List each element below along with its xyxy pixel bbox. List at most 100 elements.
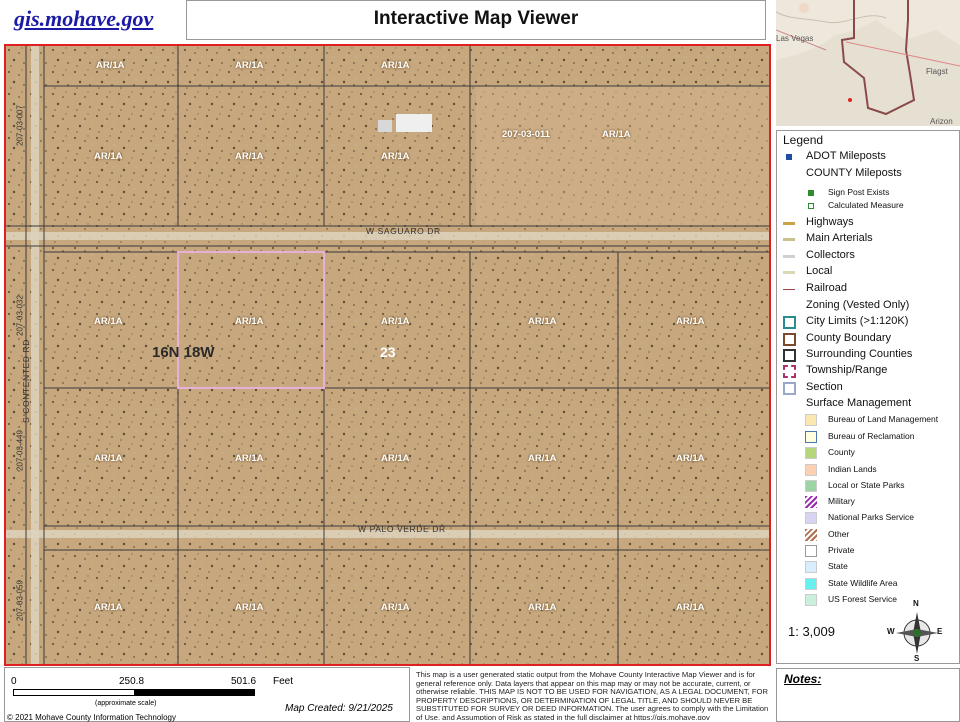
notes-title: Notes: (784, 672, 822, 686)
legend-item: City Limits (>1:120K) (777, 314, 959, 330)
legend-swatch (783, 316, 796, 329)
scale-tick-label: 250.8 (119, 676, 145, 687)
dot-in-square-icon (808, 203, 814, 209)
legend-item: Calculated Measure (777, 198, 959, 214)
zoning-label: AR/1A (235, 453, 264, 464)
legend-item-label: Local (806, 265, 833, 277)
legend-item-label: County (828, 447, 855, 457)
site-link[interactable]: gis.mohave.gov (14, 6, 153, 32)
legend-item: County (777, 445, 959, 461)
legend-item: State Wildlife Area (777, 576, 959, 592)
zoning-label: AR/1A (676, 453, 705, 464)
legend-item-label: Zoning (Vested Only) (806, 299, 910, 311)
legend-item: Other (777, 527, 959, 543)
legend-item-label: County Boundary (806, 332, 891, 344)
compass-west: W (887, 627, 895, 636)
zoning-label: AR/1A (235, 151, 264, 162)
legend-item: Local or State Parks (777, 478, 959, 494)
legend-item-label: Township/Range (806, 364, 888, 376)
legend-swatch (805, 529, 817, 541)
legend-item: Surface Management (777, 396, 959, 412)
notes-panel: Notes: (776, 668, 960, 722)
legend-item: Military (777, 494, 959, 510)
header-left: gis.mohave.gov (0, 0, 182, 40)
zoning-label: AR/1A (94, 453, 123, 464)
legend-item-label: State Wildlife Area (828, 578, 898, 588)
legend-item: Collectors (777, 248, 959, 264)
zoning-label: AR/1A (676, 316, 705, 327)
legend-item-label: Military (828, 496, 855, 506)
zoning-label: AR/1A (94, 151, 123, 162)
legend-swatch (805, 464, 817, 476)
legend-item: Railroad (777, 281, 959, 297)
legend-swatch (805, 496, 817, 508)
legend-item-label: Surrounding Counties (806, 348, 913, 360)
street-label-contented: S CONTENTED RD (20, 339, 31, 423)
legend-item-label: Calculated Measure (828, 200, 904, 210)
legend-item: County Boundary (777, 331, 959, 347)
legend-item: Indian Lands (777, 462, 959, 478)
legend-item: Zoning (Vested Only) (777, 298, 959, 314)
inset-place-label: Flagst (926, 67, 948, 76)
legend-item: Private (777, 543, 959, 559)
legend-item-label: COUNTY Mileposts (806, 167, 902, 179)
legend-item-label: Section (806, 381, 843, 393)
legend-item: ADOT Mileposts (777, 149, 959, 165)
legend-item: Highways (777, 215, 959, 231)
legend-item-label: Surface Management (806, 397, 912, 409)
legend-swatch (805, 447, 817, 459)
parcel-id-label: 207-03-011 (502, 129, 551, 140)
legend-item: COUNTY Mileposts (777, 166, 959, 182)
zoning-label: AR/1A (381, 316, 410, 327)
title-box: Interactive Map Viewer (186, 0, 766, 40)
inset-map[interactable]: Las Vegas Flagst Arizon (776, 0, 960, 126)
legend-swatch (783, 271, 795, 274)
zoning-label: AR/1A (676, 602, 705, 613)
legend-item: Township/Range (777, 363, 959, 379)
zoning-label: AR/1A (96, 60, 125, 71)
legend-swatch (783, 255, 795, 258)
legend-panel: Legend ADOT Mileposts COUNTY Mileposts Sig… (776, 130, 960, 664)
zoning-label: AR/1A (235, 60, 264, 71)
section-label: 23 (380, 344, 396, 360)
legend-item-label: Railroad (806, 282, 847, 294)
compass-south: S (914, 654, 920, 663)
scale-tick-label: 501.6 (231, 676, 257, 687)
street-label-palo-verde: W PALO VERDE DR (358, 524, 446, 534)
compass-north: N (913, 599, 919, 608)
township-range-label: 16N 18W (152, 344, 215, 361)
page-title: Interactive Map Viewer (373, 8, 579, 29)
legend-item-label: ADOT Mileposts (806, 150, 886, 162)
legend-item: Main Arterials (777, 231, 959, 247)
square-marker-icon (808, 190, 814, 196)
legend-item: National Parks Service (777, 510, 959, 526)
inset-map-canvas (776, 0, 960, 126)
legend-item-label: National Parks Service (828, 512, 914, 522)
parcel-id-label: 207-03-449 (15, 430, 25, 471)
legend-swatch (805, 480, 817, 492)
scale-unit: Feet (273, 676, 294, 687)
square-marker-icon (786, 154, 792, 160)
legend-item-label: Indian Lands (828, 464, 877, 474)
legend-item-label: Local or State Parks (828, 480, 905, 490)
zoning-label: AR/1A (381, 60, 410, 71)
legend-swatch (783, 333, 796, 346)
legend-swatch (805, 594, 817, 606)
legend-swatch (805, 431, 817, 443)
legend-item-label: Highways (806, 216, 854, 228)
legend-swatch (783, 289, 795, 290)
legend-swatch (805, 512, 817, 524)
map-frame[interactable]: AR/1A AR/1A AR/1A AR/1A AR/1A AR/1A 207-… (4, 44, 771, 666)
legend-item: Local (777, 264, 959, 280)
legend-title: Legend (783, 133, 824, 147)
legend-item: Surrounding Counties (777, 347, 959, 363)
legend-item-label: Sign Post Exists (828, 187, 890, 197)
zoning-label: AR/1A (94, 316, 123, 327)
legend-swatch (805, 545, 817, 557)
zoning-label: AR/1A (381, 453, 410, 464)
legend-item: Bureau of Reclamation (777, 429, 959, 445)
legend-item-label: Bureau of Land Management (828, 414, 939, 424)
zoning-label: AR/1A (528, 453, 557, 464)
zoning-label: AR/1A (528, 602, 557, 613)
zoning-label: AR/1A (235, 602, 264, 613)
